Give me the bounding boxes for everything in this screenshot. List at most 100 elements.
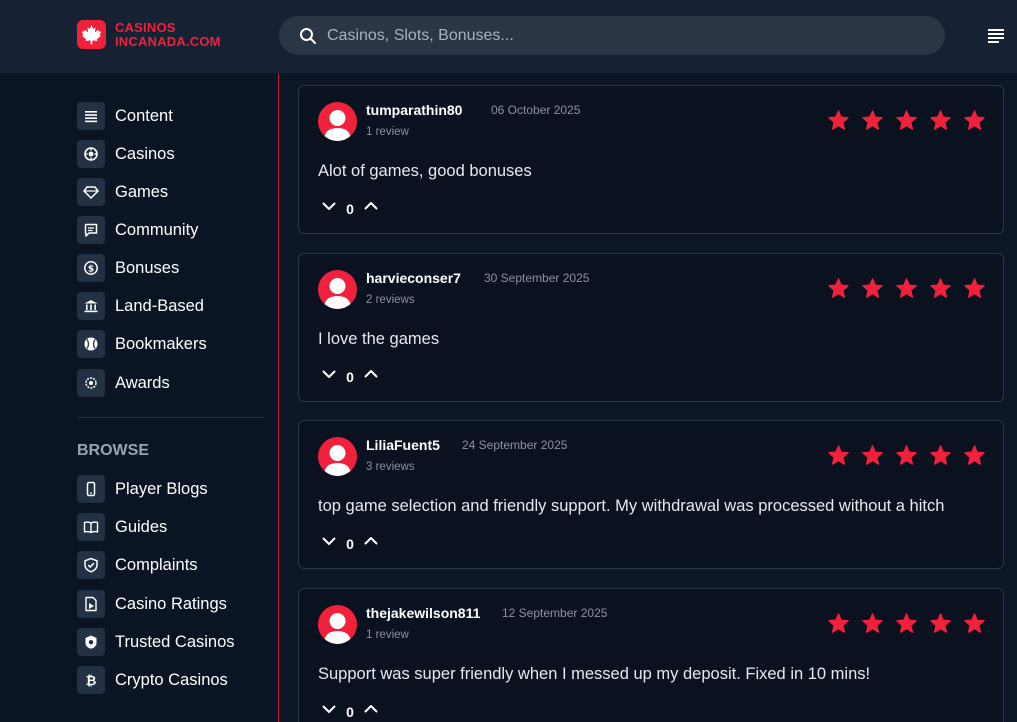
downvote-chevron-down-icon[interactable] bbox=[321, 366, 337, 387]
sidebar-item-label: Casinos bbox=[115, 144, 175, 163]
phone-icon bbox=[77, 475, 105, 503]
review-card: thejakewilson811 12 September 2025 1 rev… bbox=[298, 588, 1004, 722]
sidebar-item-casino-ratings[interactable]: Casino Ratings bbox=[77, 590, 227, 618]
vote-controls: 0 bbox=[321, 366, 379, 387]
book-icon bbox=[77, 513, 105, 541]
dollar-icon: $ bbox=[77, 254, 105, 282]
downvote-chevron-down-icon[interactable] bbox=[321, 198, 337, 219]
review-text: top game selection and friendly support.… bbox=[318, 497, 945, 515]
review-text: Alot of games, good bonuses bbox=[318, 162, 532, 180]
star-icon bbox=[930, 445, 951, 465]
sidebar-item-label: Crypto Casinos bbox=[115, 670, 228, 689]
star-icon bbox=[930, 110, 951, 130]
sidebar-item-label: Games bbox=[115, 182, 169, 201]
sidebar-item-label: Guides bbox=[115, 517, 168, 536]
sidebar-item-label: Community bbox=[115, 220, 199, 239]
sidebar-item-crypto-casinos[interactable]: ₿ Crypto Casinos bbox=[77, 666, 228, 694]
user-avatar-icon[interactable] bbox=[318, 102, 357, 141]
sidebar-item-games[interactable]: Games bbox=[77, 178, 168, 206]
search-bar bbox=[279, 16, 945, 55]
user-avatar-icon[interactable] bbox=[318, 437, 357, 476]
vote-count: 0 bbox=[346, 368, 354, 385]
review-count: 2 reviews bbox=[366, 294, 415, 306]
sidebar-item-casinos[interactable]: Casinos bbox=[77, 140, 175, 168]
sidebar-item-label: Bonuses bbox=[115, 258, 180, 277]
star-icon bbox=[896, 445, 917, 465]
sidebar-item-trusted-casinos[interactable]: Trusted Casinos bbox=[77, 628, 235, 656]
vote-count: 0 bbox=[346, 535, 354, 552]
star-icon bbox=[964, 613, 985, 633]
review-username[interactable]: thejakewilson811 bbox=[366, 605, 480, 621]
review-count: 1 review bbox=[366, 629, 409, 641]
sidebar-item-content[interactable]: Content bbox=[77, 102, 173, 130]
site-logo[interactable]: CASINOS INCANADA.COM bbox=[77, 20, 221, 49]
sidebar-item-label: Land-Based bbox=[115, 296, 204, 315]
star-icon bbox=[828, 278, 849, 298]
menu-icon[interactable] bbox=[988, 28, 1006, 49]
search-icon[interactable] bbox=[299, 27, 317, 50]
star-icon bbox=[862, 613, 883, 633]
browse-heading: BROWSE bbox=[77, 442, 149, 459]
chip-icon bbox=[77, 140, 105, 168]
svg-text:$: $ bbox=[88, 265, 94, 275]
downvote-chevron-down-icon[interactable] bbox=[321, 533, 337, 554]
sidebar-item-player-blogs[interactable]: Player Blogs bbox=[77, 475, 208, 503]
star-icon bbox=[828, 445, 849, 465]
user-avatar-icon[interactable] bbox=[318, 270, 357, 309]
sidebar-item-land-based[interactable]: Land-Based bbox=[77, 292, 204, 320]
upvote-chevron-up-icon[interactable] bbox=[363, 198, 379, 219]
vote-count: 0 bbox=[346, 200, 354, 217]
review-username[interactable]: harvieconser7 bbox=[366, 270, 461, 286]
search-input[interactable] bbox=[327, 24, 907, 47]
logo-text-line2: INCANADA.COM bbox=[115, 33, 221, 49]
sidebar-divider bbox=[278, 73, 279, 722]
star-rating bbox=[828, 613, 985, 633]
star-rating bbox=[828, 445, 985, 465]
sidebar-item-community[interactable]: Community bbox=[77, 216, 198, 244]
star-icon bbox=[862, 445, 883, 465]
chat-icon bbox=[77, 216, 105, 244]
vote-controls: 0 bbox=[321, 533, 379, 554]
review-username[interactable]: LiliaFuent5 bbox=[366, 437, 440, 453]
maple-leaf-icon bbox=[77, 20, 106, 49]
star-icon bbox=[896, 613, 917, 633]
downvote-chevron-down-icon[interactable] bbox=[321, 701, 337, 722]
star-icon bbox=[930, 278, 951, 298]
sidebar-item-bonuses[interactable]: $ Bonuses bbox=[77, 254, 179, 282]
sidebar-item-awards[interactable]: Awards bbox=[77, 369, 170, 397]
upvote-chevron-up-icon[interactable] bbox=[363, 701, 379, 722]
star-icon bbox=[896, 278, 917, 298]
review-date: 30 September 2025 bbox=[484, 271, 590, 285]
star-icon bbox=[862, 278, 883, 298]
sidebar-item-bookmakers[interactable]: Bookmakers bbox=[77, 330, 207, 358]
review-card: tumparathin80 06 October 2025 1 review A… bbox=[298, 85, 1004, 234]
bank-icon bbox=[77, 292, 105, 320]
review-date: 12 September 2025 bbox=[502, 606, 608, 620]
sidebar bbox=[0, 73, 278, 722]
review-count: 1 review bbox=[366, 126, 409, 138]
vote-controls: 0 bbox=[321, 701, 379, 722]
review-card: LiliaFuent5 24 September 2025 3 reviews … bbox=[298, 420, 1004, 569]
sidebar-item-guides[interactable]: Guides bbox=[77, 513, 167, 541]
upvote-chevron-up-icon[interactable] bbox=[363, 366, 379, 387]
review-date: 24 September 2025 bbox=[462, 438, 568, 452]
top-header: CASINOS INCANADA.COM bbox=[0, 0, 1017, 73]
review-count: 3 reviews bbox=[366, 461, 415, 473]
sidebar-item-complaints[interactable]: Complaints bbox=[77, 551, 198, 579]
review-text: Support was super friendly when I messed… bbox=[318, 665, 871, 683]
sidebar-item-label: Player Blogs bbox=[115, 479, 208, 498]
star-icon bbox=[896, 110, 917, 130]
diamond-icon bbox=[77, 178, 105, 206]
sidebar-item-label: Awards bbox=[115, 373, 170, 392]
review-card: harvieconser7 30 September 2025 2 review… bbox=[298, 253, 1004, 402]
user-avatar-icon[interactable] bbox=[318, 605, 357, 644]
sidebar-item-label: Bookmakers bbox=[115, 334, 207, 353]
sidebar-item-label: Trusted Casinos bbox=[115, 632, 235, 651]
star-icon bbox=[862, 110, 883, 130]
sidebar-item-label: Casino Ratings bbox=[115, 594, 227, 613]
star-icon bbox=[964, 110, 985, 130]
review-date: 06 October 2025 bbox=[491, 103, 581, 117]
review-text: I love the games bbox=[318, 330, 440, 348]
upvote-chevron-up-icon[interactable] bbox=[363, 533, 379, 554]
review-username[interactable]: tumparathin80 bbox=[366, 102, 462, 118]
